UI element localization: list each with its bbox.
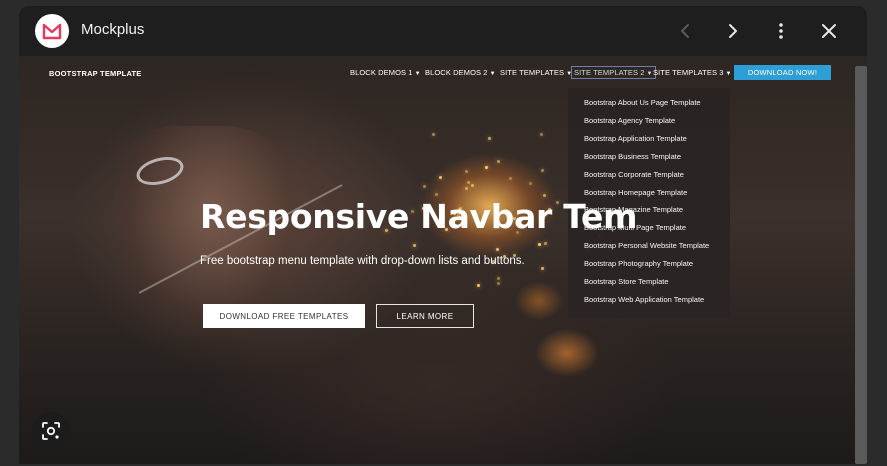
app-window: Mockplus BOOTSTRAP TEMPLATE BLOCK DEMOS … (19, 6, 867, 464)
back-button[interactable] (672, 18, 698, 44)
download-now-button[interactable]: DOWNLOAD NOW! (734, 65, 831, 80)
spark-dot (496, 282, 500, 286)
hero-subtitle: Free bootstrap menu template with drop-d… (200, 255, 525, 267)
title-bar: Mockplus (19, 6, 867, 56)
caret-down-icon: ▼ (489, 71, 496, 77)
nav-label: SITE TEMPLATES (500, 68, 565, 77)
dropdown-item[interactable]: Bootstrap Personal Website Template (584, 241, 709, 250)
spark-dot (464, 169, 468, 173)
spark-dot (438, 175, 442, 179)
dropdown-item[interactable]: Bootstrap Photography Template (584, 259, 693, 268)
dropdown-item[interactable]: Bootstrap Homepage Template (584, 188, 687, 197)
spark-dot (543, 241, 547, 245)
nav-label: BLOCK DEMOS 1 (350, 68, 413, 77)
chevron-right-icon (729, 24, 737, 38)
nav-label: BLOCK DEMOS 2 (425, 68, 488, 77)
spark-dot (412, 243, 416, 247)
spark-dot (540, 132, 544, 136)
spark-dot (431, 133, 435, 137)
site-navbar: BOOTSTRAP TEMPLATE BLOCK DEMOS 1 ▼ BLOCK … (19, 56, 867, 90)
spark-dot (487, 137, 491, 141)
spark-dot (495, 248, 499, 252)
forward-button[interactable] (720, 18, 746, 44)
spark-dot (541, 266, 545, 270)
spark-dot (497, 276, 501, 280)
nav-site-templates-2[interactable]: SITE TEMPLATES 2 ▼ (571, 66, 656, 79)
spark-dot (422, 184, 426, 188)
dropdown-item[interactable]: Bootstrap Application Template (584, 134, 687, 143)
spark-dot (484, 165, 488, 169)
spark-dot (541, 168, 545, 172)
more-vertical-icon (779, 23, 783, 39)
nav-block-demos-1[interactable]: BLOCK DEMOS 1 ▼ (348, 67, 423, 78)
spark-dot (435, 192, 439, 196)
caret-down-icon: ▼ (725, 71, 732, 77)
nav-label: SITE TEMPLATES 2 (574, 68, 645, 77)
spark-dot (465, 187, 469, 191)
hero-title: Responsive Navbar Tem (200, 197, 638, 236)
close-button[interactable] (816, 18, 842, 44)
close-icon (822, 24, 836, 38)
spark-dot (508, 177, 512, 181)
dropdown-item[interactable]: Bootstrap Business Template (584, 152, 681, 161)
dropdown-item[interactable]: Bootstrap Web Application Template (584, 295, 704, 304)
spark-dot (528, 181, 532, 185)
screen: Mockplus BOOTSTRAP TEMPLATE BLOCK DEMOS … (0, 0, 887, 466)
nav-site-templates-3[interactable]: SITE TEMPLATES 3 ▼ (651, 67, 734, 78)
caret-down-icon: ▼ (414, 71, 421, 77)
page-preview: BOOTSTRAP TEMPLATE BLOCK DEMOS 1 ▼ BLOCK … (19, 56, 867, 464)
dropdown-item[interactable]: Bootstrap Store Template (584, 277, 669, 286)
dropdown-item[interactable]: Bootstrap About Us Page Template (584, 98, 701, 107)
spark-dot (537, 242, 541, 246)
nav-label: SITE TEMPLATES 3 (653, 68, 724, 77)
lens-search-button[interactable] (32, 412, 70, 450)
learn-more-button[interactable]: LEARN MORE (376, 304, 474, 328)
dropdown-item[interactable]: Bootstrap Agency Template (584, 116, 675, 125)
more-options-button[interactable] (768, 18, 794, 44)
spark-dot (467, 181, 471, 185)
nav-site-templates[interactable]: SITE TEMPLATES ▼ (498, 67, 574, 78)
lens-search-icon (42, 422, 60, 440)
site-brand[interactable]: BOOTSTRAP TEMPLATE (49, 69, 142, 78)
spark-dot (476, 283, 480, 287)
spark-dot (497, 159, 501, 163)
spark-dot (471, 184, 475, 188)
app-title: Mockplus (81, 21, 145, 38)
scrollbar[interactable] (855, 66, 867, 464)
dropdown-item[interactable]: Bootstrap Corporate Template (584, 170, 684, 179)
chevron-left-icon (681, 24, 689, 38)
mockplus-logo-icon (35, 14, 69, 48)
download-free-templates-button[interactable]: DOWNLOAD FREE TEMPLATES (203, 304, 365, 328)
nav-block-demos-2[interactable]: BLOCK DEMOS 2 ▼ (423, 67, 498, 78)
